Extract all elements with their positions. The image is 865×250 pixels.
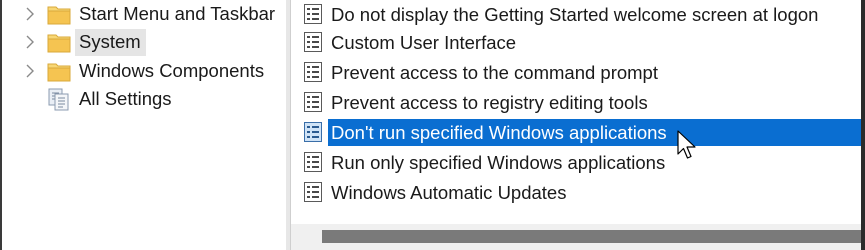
settings-list-icon <box>47 87 71 111</box>
tree-item-label: Windows Components <box>79 60 265 81</box>
list-item[interactable]: Custom User Interface <box>291 28 861 57</box>
tree-item-label: All Settings <box>79 88 172 109</box>
folder-icon <box>47 2 71 26</box>
chevron-right-icon[interactable] <box>24 64 36 78</box>
tree-item-label: Start Menu and Taskbar <box>79 3 276 24</box>
policy-setting-icon <box>303 61 323 83</box>
tree-pane: Start Menu and Taskbar System Windows Co… <box>2 0 286 250</box>
list-item-label: Run only specified Windows applications <box>331 152 666 173</box>
folder-icon <box>47 30 71 54</box>
list-item-label: Do not display the Getting Started welco… <box>331 4 819 25</box>
tree-item-all-settings[interactable]: All Settings <box>2 85 286 113</box>
policy-setting-icon <box>303 151 323 173</box>
list-item-label: Custom User Interface <box>331 32 517 53</box>
list-item[interactable]: Prevent access to the command prompt <box>291 58 861 87</box>
list-item[interactable]: Prevent access to registry editing tools <box>291 88 861 117</box>
policy-setting-icon <box>303 31 323 53</box>
window-right-border <box>861 0 865 250</box>
list-item[interactable]: Windows Automatic Updates <box>291 178 861 207</box>
list-item-label: Prevent access to the command prompt <box>331 62 658 83</box>
list-item[interactable]: Do not display the Getting Started welco… <box>291 0 861 29</box>
group-policy-editor-window: Start Menu and Taskbar System Windows Co… <box>0 0 865 250</box>
list-item-label: Don't run specified Windows applications <box>331 122 667 143</box>
folder-icon <box>47 59 71 83</box>
tree-item-system[interactable]: System <box>2 28 286 56</box>
list-item[interactable]: Run only specified Windows applications <box>291 148 861 177</box>
policy-setting-icon <box>303 121 323 143</box>
policy-setting-icon <box>303 91 323 113</box>
tree-item-label: System <box>79 31 141 52</box>
chevron-right-icon[interactable] <box>24 35 36 49</box>
policy-setting-icon <box>303 181 323 203</box>
mouse-pointer-icon <box>677 130 699 162</box>
list-item-label: Windows Automatic Updates <box>331 182 567 203</box>
policy-setting-icon <box>303 3 323 25</box>
chevron-right-icon[interactable] <box>24 7 36 21</box>
horizontal-scrollbar-thumb[interactable] <box>322 230 861 243</box>
list-item-selected[interactable]: Don't run specified Windows applications <box>291 118 861 147</box>
settings-list-pane: Do not display the Getting Started welco… <box>291 0 861 250</box>
list-item-label: Prevent access to registry editing tools <box>331 92 648 113</box>
tree-item-windows-components[interactable]: Windows Components <box>2 57 286 85</box>
tree-item-start-menu-and-taskbar[interactable]: Start Menu and Taskbar <box>2 0 286 28</box>
